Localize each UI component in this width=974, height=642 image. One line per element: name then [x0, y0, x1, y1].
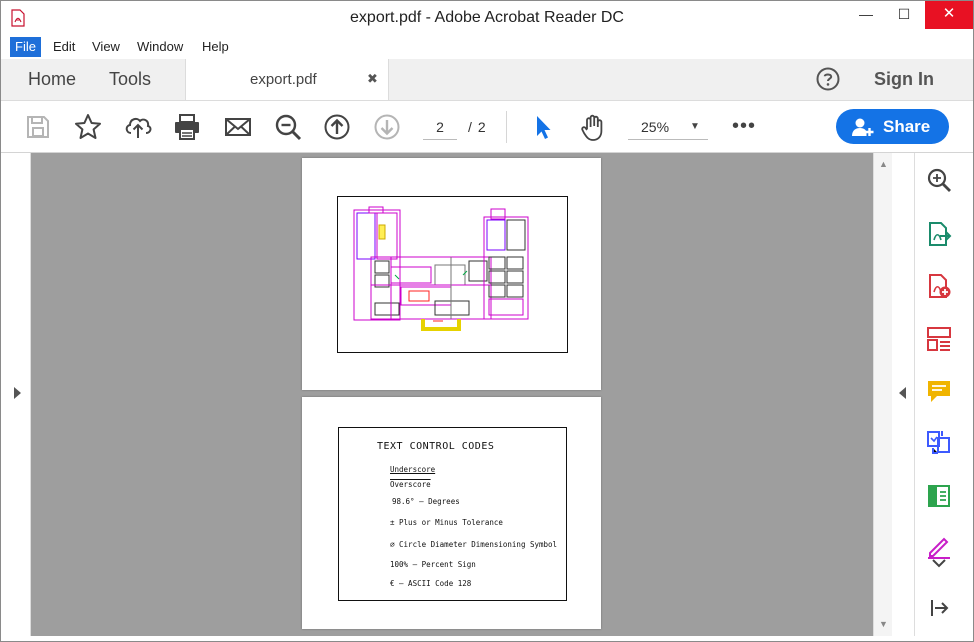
combine-files-icon[interactable] [926, 429, 952, 455]
text-line: 98.6° — Degrees [392, 497, 460, 506]
toolbar: 2 /2 25% ▼ ••• Share [1, 101, 973, 153]
toolbar-divider [506, 111, 507, 143]
maximize-button[interactable]: ☐ [881, 1, 927, 29]
page-up-icon[interactable] [322, 112, 352, 142]
cloud-upload-icon[interactable] [123, 112, 153, 142]
tab-home[interactable]: Home [28, 69, 76, 90]
text-line: Overscore [390, 480, 431, 489]
enhance-scans-icon[interactable] [926, 167, 952, 193]
more-tools-button[interactable]: ••• [732, 115, 756, 138]
tab-bar: Home Tools export.pdf ✖ Sign In [1, 59, 973, 101]
collapse-right-panel-icon[interactable] [899, 387, 906, 399]
share-label: Share [883, 117, 931, 136]
menu-bar: File Edit View Window Help [1, 35, 973, 59]
star-icon[interactable] [73, 112, 103, 142]
text-line: € — ASCII Code 128 [390, 579, 472, 588]
sign-in-button[interactable]: Sign In [874, 69, 934, 90]
app-window: export.pdf - Adobe Acrobat Reader DC — ☐… [0, 0, 974, 642]
close-tab-icon[interactable]: ✖ [367, 71, 378, 87]
question-circle-icon[interactable] [816, 67, 840, 91]
vertical-scrollbar[interactable]: ▲ ▼ [873, 153, 893, 636]
floor-plan-drawing [353, 206, 529, 331]
tab-tools[interactable]: Tools [109, 69, 151, 90]
expand-tools-icon[interactable] [926, 556, 952, 572]
zoom-out-icon[interactable] [273, 112, 303, 142]
zoom-select[interactable]: 25% ▼ [628, 117, 708, 140]
page-separator: / [468, 119, 472, 135]
scroll-up-icon[interactable]: ▲ [879, 159, 888, 169]
comment-icon[interactable] [926, 378, 952, 404]
text-line: Underscore [390, 465, 436, 474]
chevron-down-icon: ▼ [690, 121, 700, 132]
expand-left-panel-icon[interactable] [14, 387, 21, 399]
drawing-frame: TEXT CONTROL CODES Underscore Overscore … [338, 427, 567, 601]
menu-edit[interactable]: Edit [48, 37, 80, 57]
total-pages: 2 [477, 119, 486, 135]
hand-tool-icon[interactable] [578, 112, 608, 142]
page-count: /2 [462, 117, 486, 137]
page-down-icon [372, 112, 402, 142]
organize-pages-icon[interactable] [926, 326, 952, 352]
share-button[interactable]: Share [836, 109, 949, 144]
left-panel-toggle[interactable] [1, 153, 31, 636]
page-heading: TEXT CONTROL CODES [377, 441, 495, 452]
zoom-value: 25% [641, 119, 670, 135]
tab-document[interactable]: export.pdf ✖ [185, 59, 389, 100]
text-line: ± Plus or Minus Tolerance [390, 518, 503, 527]
text-line: ⌀ Circle Diameter Dimensioning Symbol [390, 540, 558, 549]
menu-file[interactable]: File [10, 37, 41, 57]
page-number-input[interactable]: 2 [423, 117, 457, 140]
tools-pane [915, 153, 973, 636]
email-icon[interactable] [223, 112, 253, 142]
menu-view[interactable]: View [87, 37, 125, 57]
save-icon[interactable] [23, 112, 53, 142]
text-line: 100% — Percent Sign [390, 560, 476, 569]
select-cursor-icon[interactable] [528, 112, 558, 142]
menu-window[interactable]: Window [132, 37, 188, 57]
pdf-page-2: TEXT CONTROL CODES Underscore Overscore … [302, 397, 601, 629]
edit-pdf-icon[interactable] [926, 483, 952, 509]
pdf-page-1 [302, 158, 601, 390]
close-button[interactable]: ✕ [925, 1, 973, 29]
create-pdf-icon[interactable] [926, 273, 952, 299]
export-pdf-icon[interactable] [926, 221, 952, 247]
print-icon[interactable] [172, 112, 202, 142]
add-user-icon [852, 118, 874, 136]
title-bar: export.pdf - Adobe Acrobat Reader DC — ☐… [1, 1, 973, 35]
scroll-down-icon[interactable]: ▼ [879, 619, 888, 629]
document-canvas[interactable]: TEXT CONTROL CODES Underscore Overscore … [31, 153, 873, 636]
menu-help[interactable]: Help [197, 37, 234, 57]
right-panel-toggle[interactable] [892, 153, 915, 636]
collapse-panel-icon[interactable] [926, 595, 952, 621]
window-title: export.pdf - Adobe Acrobat Reader DC [350, 9, 624, 26]
document-tab-label: export.pdf [250, 71, 317, 88]
